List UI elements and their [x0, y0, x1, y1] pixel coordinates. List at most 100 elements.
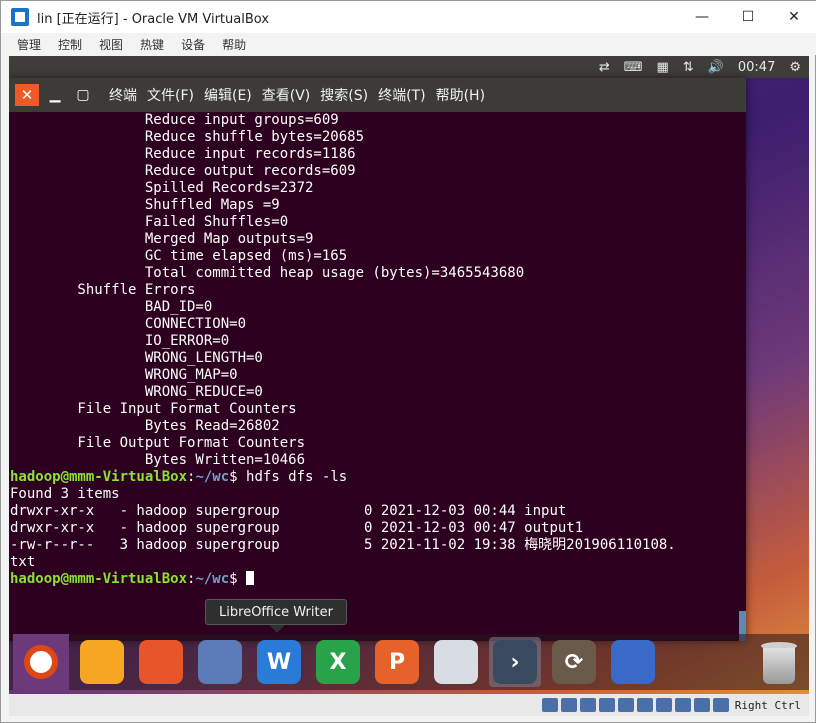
usb-icon[interactable] — [617, 698, 634, 712]
terminal-line: CONNECTION=0 — [10, 316, 247, 332]
terminal-line: Shuffle Errors — [10, 282, 196, 298]
terminal-cursor — [246, 571, 255, 585]
shared-folders-icon[interactable] — [636, 698, 653, 712]
mouse-integration-icon[interactable] — [693, 698, 710, 712]
terminal-icon: › — [493, 640, 537, 684]
dock-terminal[interactable]: › — [489, 637, 541, 687]
menu-view[interactable]: 查看(V) — [262, 85, 311, 105]
terminal-line: Shuffled Maps =9 — [10, 197, 280, 213]
audio-icon[interactable] — [579, 698, 596, 712]
terminal-maximize-button[interactable]: ▢ — [71, 84, 95, 106]
menu-terminal-title[interactable]: 终端 — [109, 85, 137, 105]
chromium-icon — [198, 640, 242, 684]
libreoffice-impress-icon: P — [375, 640, 419, 684]
menu-file[interactable]: 文件(F) — [147, 85, 194, 105]
prompt-user: hadoop@mmm-VirtualBox — [10, 571, 188, 587]
optical-drive-icon[interactable] — [560, 698, 577, 712]
terminal-line: Merged Map outputs=9 — [10, 231, 314, 247]
software-updater-icon: ⟳ — [552, 640, 596, 684]
menu-help[interactable]: 帮助 — [222, 36, 246, 53]
keyboard-capture-icon[interactable] — [712, 698, 729, 712]
terminal-line: Reduce input records=1186 — [10, 146, 356, 162]
terminal-line: WRONG_REDUCE=0 — [10, 384, 263, 400]
dock-libreoffice-calc[interactable]: X — [312, 637, 364, 687]
keyboard-icon[interactable]: ⌨ — [624, 60, 643, 75]
terminal-line: Reduce input groups=609 — [10, 112, 339, 128]
terminal-line: hadoop@mmm-VirtualBox:~/wc$ — [10, 571, 739, 588]
window-controls: — ☐ ✕ — [679, 1, 816, 33]
files-icon — [80, 640, 124, 684]
trash-icon[interactable] — [759, 640, 799, 686]
terminal-line: -rw-r--r-- 3 hadoop supergroup 5 2021-11… — [10, 537, 676, 553]
terminal-line: drwxr-xr-x - hadoop supergroup 0 2021-12… — [10, 503, 567, 519]
dock-software-center[interactable] — [430, 637, 482, 687]
dock-firefox[interactable] — [135, 637, 187, 687]
terminal-line: BAD_ID=0 — [10, 299, 213, 315]
hard-disk-icon[interactable] — [541, 698, 558, 712]
host-menu-bar: 管理 控制 视图 热键 设备 帮助 — [1, 33, 816, 55]
terminal-line: Spilled Records=2372 — [10, 180, 314, 196]
menu-devices[interactable]: 设备 — [181, 36, 205, 53]
menu-hotkey[interactable]: 热键 — [140, 36, 164, 53]
dock-libreoffice-writer[interactable]: W — [253, 637, 305, 687]
guest-desktop: ⇄ ⌨ ▦ ⇅ 🔊 00:47 ⚙ ✕ ▁ ▢ 终端 文件(F) 编辑(E) 查… — [9, 56, 809, 716]
terminal-close-button[interactable]: ✕ — [15, 84, 39, 106]
title-bar: lin [正在运行] - Oracle VM VirtualBox — ☐ ✕ — [1, 1, 816, 33]
prompt-command: $ hdfs dfs -ls — [229, 469, 348, 485]
host-key-label: Right Ctrl — [734, 698, 801, 712]
terminal-output[interactable]: Reduce input groups=609 Reduce shuffle b… — [9, 112, 739, 641]
prompt-path: ~/wc — [195, 571, 230, 587]
terminal-line: File Input Format Counters — [10, 401, 297, 417]
show-applications-button[interactable] — [13, 634, 69, 690]
terminal-line: Found 3 items — [10, 486, 120, 502]
menu-search[interactable]: 搜索(S) — [320, 85, 368, 105]
terminal-menu-bar: ✕ ▁ ▢ 终端 文件(F) 编辑(E) 查看(V) 搜索(S) 终端(T) 帮… — [9, 78, 746, 112]
terminal-line: Bytes Written=10466 — [10, 452, 306, 468]
clock[interactable]: 00:47 — [738, 60, 775, 75]
transfer-icon[interactable]: ⇅ — [683, 60, 694, 75]
menu-view[interactable]: 视图 — [99, 36, 123, 53]
terminal-line: Reduce output records=609 — [10, 163, 356, 179]
terminal-line: Bytes Read=26802 — [10, 418, 280, 434]
dock-software-updater[interactable]: ⟳ — [548, 637, 600, 687]
software-center-icon — [434, 640, 478, 684]
menu-manage[interactable]: 管理 — [17, 36, 41, 53]
terminal-line: Total committed heap usage (bytes)=34655… — [10, 265, 525, 281]
dock-tooltip: LibreOffice Writer — [205, 599, 347, 625]
terminal-line: File Output Format Counters — [10, 435, 306, 451]
terminal-line: hadoop@mmm-VirtualBox:~/wc$ hdfs dfs -ls — [10, 469, 739, 486]
prompt-command: $ — [229, 571, 247, 587]
terminal-line: WRONG_MAP=0 — [10, 367, 238, 383]
firefox-icon — [139, 640, 183, 684]
settings-icon[interactable]: ⚙ — [789, 60, 801, 75]
dock-chromium[interactable] — [194, 637, 246, 687]
prompt-path: ~/wc — [195, 469, 230, 485]
minimize-button[interactable]: — — [679, 1, 725, 33]
recording-icon[interactable] — [674, 698, 691, 712]
network-status-icon[interactable] — [598, 698, 615, 712]
terminal-minimize-button[interactable]: ▁ — [43, 84, 67, 106]
menu-control[interactable]: 控制 — [58, 36, 82, 53]
tooltip-arrow — [269, 625, 285, 633]
menu-edit[interactable]: 编辑(E) — [204, 85, 252, 105]
terminal-scrollbar[interactable] — [739, 112, 746, 641]
maximize-button[interactable]: ☐ — [725, 1, 771, 33]
terminal-line: Reduce shuffle bytes=20685 — [10, 129, 365, 145]
close-button[interactable]: ✕ — [771, 1, 816, 33]
dock-files[interactable] — [76, 637, 128, 687]
network-icon[interactable]: ⇄ — [599, 60, 610, 75]
terminal-window[interactable]: ✕ ▁ ▢ 终端 文件(F) 编辑(E) 查看(V) 搜索(S) 终端(T) 帮… — [9, 78, 746, 641]
dock-workspace-switcher[interactable] — [607, 637, 659, 687]
virtualbox-icon — [11, 8, 29, 26]
libreoffice-calc-icon: X — [316, 640, 360, 684]
display-icon[interactable] — [655, 698, 672, 712]
terminal-line: GC time elapsed (ms)=165 — [10, 248, 348, 264]
ubuntu-top-panel: ⇄ ⌨ ▦ ⇅ 🔊 00:47 ⚙ — [9, 56, 809, 78]
menu-help[interactable]: 帮助(H) — [436, 85, 485, 105]
dock-libreoffice-impress[interactable]: P — [371, 637, 423, 687]
drive-icon[interactable]: ▦ — [656, 60, 668, 75]
menu-terminal[interactable]: 终端(T) — [378, 85, 425, 105]
ubuntu-logo-icon — [24, 645, 58, 679]
volume-icon[interactable]: 🔊 — [708, 60, 724, 75]
terminal-line: Failed Shuffles=0 — [10, 214, 289, 230]
